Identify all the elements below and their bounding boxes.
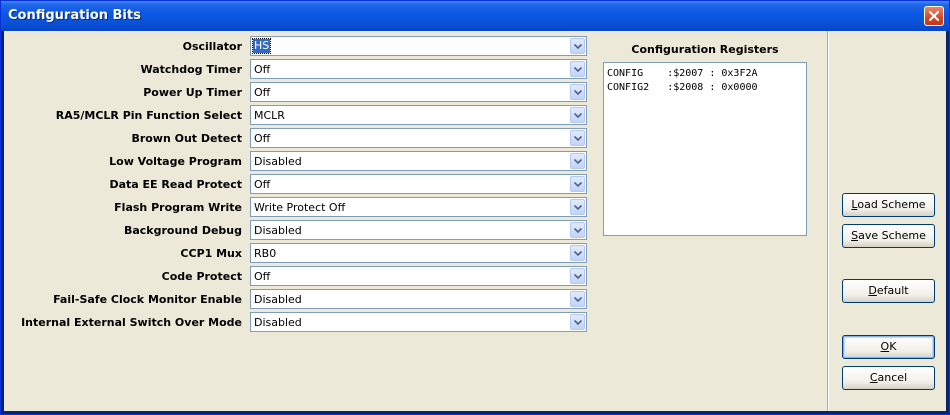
setting-label: Low Voltage Program	[109, 155, 242, 168]
chevron-down-icon	[574, 228, 582, 233]
button-label: efault	[876, 284, 909, 297]
mnemonic: O	[880, 340, 890, 353]
setting-label: CCP1 Mux	[180, 247, 242, 260]
save-scheme-button[interactable]: Save Scheme	[842, 224, 935, 248]
cancel-button[interactable]: Cancel	[842, 366, 935, 390]
setting-label: Watchdog Timer	[140, 63, 242, 76]
dropdown-value: HS	[251, 38, 272, 54]
dialog-window: Configuration Bits Oscillator HS Watchdog …	[0, 0, 950, 415]
setting-dropdown[interactable]: Disabled	[250, 220, 587, 240]
setting-label: Fail-Safe Clock Monitor Enable	[53, 293, 242, 306]
dropdown-value: Disabled	[254, 224, 302, 237]
register-line: CONFIG :$2007 : 0x3F2A	[607, 68, 758, 79]
setting-dropdown[interactable]: MCLR	[250, 105, 587, 125]
dropdown-value: Off	[254, 178, 271, 191]
dropdown-arrow-button[interactable]	[570, 314, 585, 330]
setting-dropdown[interactable]: Disabled	[250, 312, 587, 332]
dropdown-value: MCLR	[254, 109, 285, 122]
setting-label: Background Debug	[123, 224, 242, 237]
dropdown-arrow-button[interactable]	[570, 61, 585, 77]
setting-dropdown[interactable]: Disabled	[250, 289, 587, 309]
setting-label: RA5/MCLR Pin Function Select	[55, 109, 242, 122]
chevron-down-icon	[574, 159, 582, 164]
dropdown-value: Disabled	[254, 293, 302, 306]
button-label: oad Scheme	[857, 198, 926, 211]
dropdown-value: Off	[254, 86, 271, 99]
dropdown-value: Off	[254, 63, 271, 76]
chevron-down-icon	[574, 182, 582, 187]
close-button[interactable]	[924, 6, 944, 26]
dropdown-arrow-button[interactable]	[570, 107, 585, 123]
dropdown-value: Disabled	[254, 155, 302, 168]
setting-dropdown[interactable]: Off	[250, 266, 587, 286]
load-scheme-button[interactable]: Load Scheme	[842, 193, 935, 217]
button-label: K	[889, 340, 897, 353]
dropdown-arrow-button[interactable]	[570, 222, 585, 238]
setting-label: Power Up Timer	[143, 86, 242, 99]
mnemonic: C	[869, 371, 878, 384]
ok-button[interactable]: OK	[842, 335, 935, 359]
default-button[interactable]: Default	[842, 279, 935, 303]
dropdown-value: RB0	[254, 247, 277, 260]
setting-label: Brown Out Detect	[131, 132, 242, 145]
title-bar[interactable]: Configuration Bits	[1, 1, 949, 31]
mnemonic: D	[868, 284, 877, 297]
setting-dropdown[interactable]: Off	[250, 59, 587, 79]
register-line: CONFIG2 :$2008 : 0x0000	[607, 82, 758, 93]
dropdown-arrow-button[interactable]	[570, 130, 585, 146]
dropdown-arrow-button[interactable]	[570, 199, 585, 215]
setting-label: Oscillator	[182, 40, 242, 53]
chevron-down-icon	[574, 90, 582, 95]
dropdown-value: Off	[254, 132, 271, 145]
dropdown-arrow-button[interactable]	[570, 268, 585, 284]
chevron-down-icon	[574, 320, 582, 325]
chevron-down-icon	[574, 205, 582, 210]
dialog-client-area: Oscillator HS Watchdog Timer Off Power Up Ti…	[4, 31, 946, 411]
setting-label: Internal External Switch Over Mode	[21, 316, 242, 329]
chevron-down-icon	[574, 67, 582, 72]
close-x-icon	[928, 10, 940, 22]
dropdown-arrow-button[interactable]	[570, 245, 585, 261]
setting-dropdown[interactable]: Write Protect Off	[250, 197, 587, 217]
dropdown-arrow-button[interactable]	[570, 176, 585, 192]
setting-label: Data EE Read Protect	[109, 178, 242, 191]
chevron-down-icon	[574, 136, 582, 141]
button-label: ave Scheme	[858, 229, 926, 242]
dropdown-value: Write Protect Off	[254, 201, 346, 214]
setting-dropdown[interactable]: Disabled	[250, 151, 587, 171]
dropdown-arrow-button[interactable]	[570, 153, 585, 169]
setting-dropdown[interactable]: RB0	[250, 243, 587, 263]
chevron-down-icon	[574, 113, 582, 118]
dropdown-arrow-button[interactable]	[570, 291, 585, 307]
registers-box[interactable]: CONFIG :$2007 : 0x3F2A CONFIG2 :$2008 : …	[603, 62, 807, 236]
setting-label: Flash Program Write	[114, 201, 242, 214]
chevron-down-icon	[574, 297, 582, 302]
setting-dropdown[interactable]: Off	[250, 82, 587, 102]
button-label: ancel	[877, 371, 908, 384]
chevron-down-icon	[574, 251, 582, 256]
dropdown-value: Disabled	[254, 316, 302, 329]
setting-label: Code Protect	[161, 270, 242, 283]
setting-dropdown[interactable]: HS	[250, 36, 587, 56]
dropdown-arrow-button[interactable]	[570, 84, 585, 100]
window-title: Configuration Bits	[8, 8, 141, 23]
dropdown-value: Off	[254, 270, 271, 283]
dropdown-arrow-button[interactable]	[570, 38, 585, 54]
chevron-down-icon	[574, 274, 582, 279]
setting-dropdown[interactable]: Off	[250, 174, 587, 194]
registers-title: Configuration Registers	[631, 43, 779, 56]
chevron-down-icon	[574, 44, 582, 49]
setting-dropdown[interactable]: Off	[250, 128, 587, 148]
separator-highlight	[828, 31, 829, 411]
